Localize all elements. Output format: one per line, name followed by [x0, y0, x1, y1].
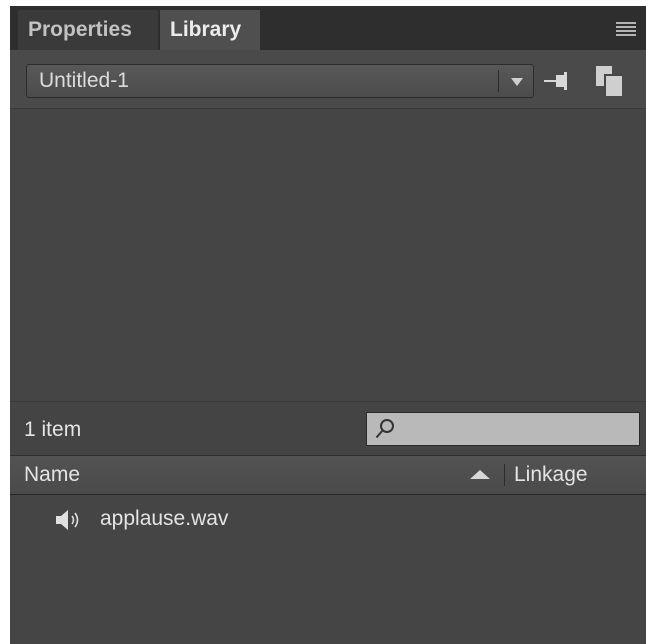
library-panel: Properties Library Untitled-1 1 item Nam… — [10, 6, 646, 644]
library-document-select[interactable]: Untitled-1 — [26, 64, 534, 98]
new-library-panel-icon[interactable] — [596, 66, 626, 96]
column-header-linkage[interactable]: Linkage — [514, 460, 588, 490]
library-item-list: applause.wav — [10, 495, 646, 644]
list-item[interactable]: applause.wav — [10, 501, 646, 537]
library-toolbar: Untitled-1 — [10, 50, 646, 109]
tab-properties[interactable]: Properties — [18, 10, 158, 50]
library-column-header: Name Linkage — [10, 455, 646, 496]
library-select-value: Untitled-1 — [39, 69, 129, 92]
column-divider[interactable] — [504, 464, 505, 486]
item-count-label: 1 item — [24, 418, 82, 441]
speaker-icon — [56, 510, 79, 530]
column-header-name[interactable]: Name — [24, 460, 80, 490]
chevron-down-icon[interactable] — [511, 78, 523, 86]
pin-icon[interactable] — [544, 70, 572, 92]
magnifier-icon — [375, 419, 394, 439]
list-item-label: applause.wav — [100, 507, 229, 530]
item-preview-area — [10, 109, 646, 401]
library-info-bar: 1 item — [10, 401, 646, 456]
hamburger-menu-icon[interactable] — [616, 22, 636, 36]
tab-library[interactable]: Library — [160, 10, 260, 50]
panel-tab-bar: Properties Library — [10, 6, 646, 51]
search-input[interactable] — [397, 415, 637, 445]
select-divider — [498, 70, 499, 92]
library-search-box[interactable] — [366, 412, 640, 446]
sort-ascending-icon[interactable] — [470, 470, 490, 479]
